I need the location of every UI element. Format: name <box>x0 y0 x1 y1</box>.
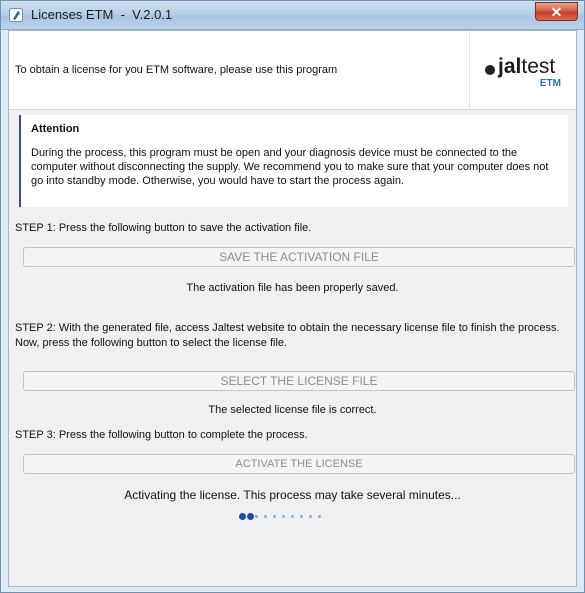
progress-indicator <box>239 513 359 521</box>
attention-box: Attention During the process, this progr… <box>19 115 568 207</box>
step-2-text: STEP 2: With the generated file, access … <box>15 322 560 349</box>
progress-dot <box>282 515 285 518</box>
close-icon: ✕ <box>550 4 563 20</box>
step-1-text: STEP 1: Press the following button to sa… <box>15 222 312 234</box>
logo-sub: ETM <box>539 78 561 89</box>
close-button[interactable]: ✕ <box>535 2 578 21</box>
window-title: Licenses ETM - V.2.0.1 <box>31 7 173 22</box>
step-3-status: Activating the license. This process may… <box>124 488 461 502</box>
progress-dot-active <box>239 513 246 520</box>
title-bar[interactable]: Licenses ETM - V.2.0.1 ✕ <box>1 1 584 30</box>
progress-dot-active <box>247 513 254 520</box>
license-window: Licenses ETM - V.2.0.1 ✕ To obtain a lic… <box>0 0 585 593</box>
logo-word: jaltest <box>498 55 556 78</box>
progress-dot <box>318 515 321 518</box>
client-area: To obtain a license for you ETM software… <box>8 30 577 587</box>
select-license-file-button[interactable]: SELECT THE LICENSE FILE <box>23 371 575 391</box>
header-panel: To obtain a license for you ETM software… <box>9 31 576 110</box>
attention-title: Attention <box>31 123 80 135</box>
jaltest-logo: jaltest ETM <box>485 53 565 91</box>
step-3-text: STEP 3: Press the following button to co… <box>15 429 308 441</box>
step-1-status: The activation file has been properly sa… <box>186 282 399 294</box>
progress-dot <box>255 515 258 518</box>
app-icon <box>9 8 23 22</box>
save-activation-file-button[interactable]: SAVE THE ACTIVATION FILE <box>23 247 575 267</box>
progress-dot <box>300 515 303 518</box>
progress-dot <box>309 515 312 518</box>
logo-dot-icon <box>485 65 495 75</box>
header-divider <box>469 31 470 109</box>
intro-text: To obtain a license for you ETM software… <box>15 64 338 76</box>
progress-dot <box>264 515 267 518</box>
activate-license-button[interactable]: ACTIVATE THE LICENSE <box>23 454 575 474</box>
attention-body: During the process, this program must be… <box>31 147 549 187</box>
progress-dot <box>291 515 294 518</box>
progress-dot <box>273 515 276 518</box>
step-2-status: The selected license file is correct. <box>208 404 377 416</box>
